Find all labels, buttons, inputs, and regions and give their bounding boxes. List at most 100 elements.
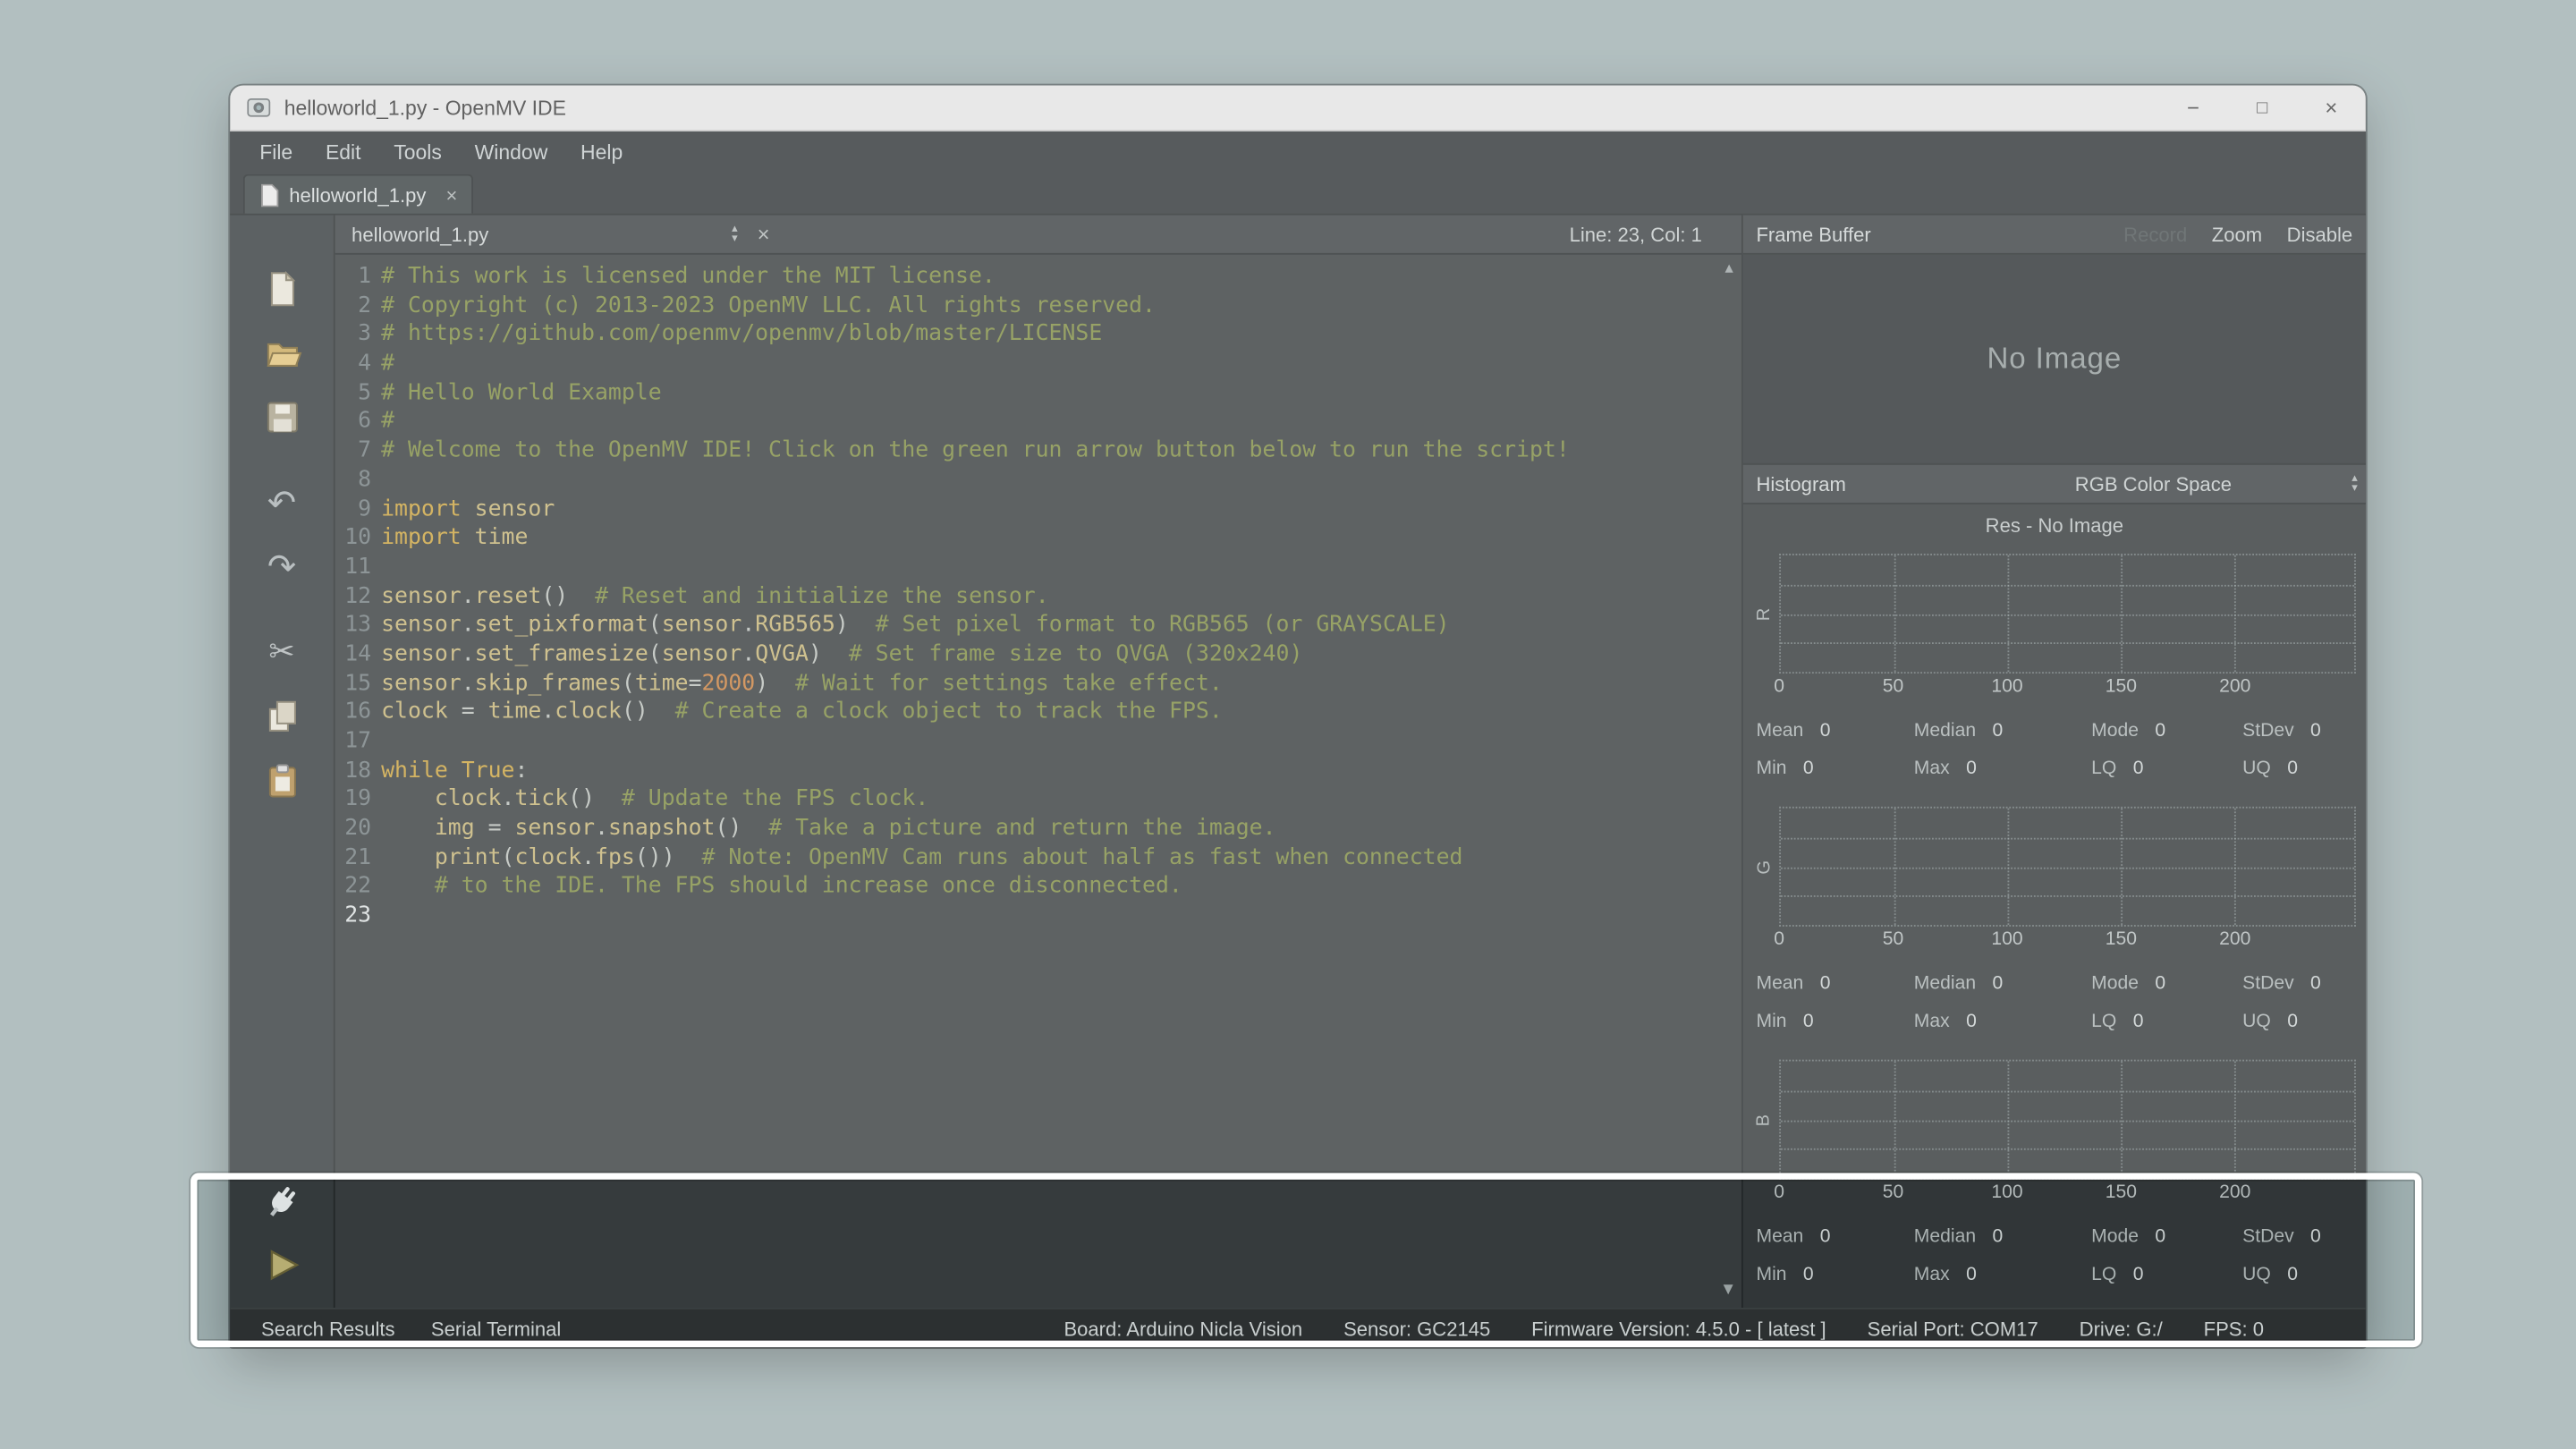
document-selector[interactable]: helloworld_1.py	[352, 223, 488, 246]
stat-lq: LQ0	[2091, 1257, 2242, 1292]
close-button[interactable]: ×	[2297, 86, 2366, 131]
tick-label: 50	[1883, 677, 1904, 697]
code-line[interactable]: 5# Hello World Example	[335, 379, 1741, 408]
file-toolbar-group: ↶ ↷ ✂	[254, 261, 309, 817]
stat-stdev: StDev0	[2242, 1219, 2349, 1255]
line-number: 15	[335, 670, 381, 699]
scroll-up-icon[interactable]: ▴	[1725, 261, 1733, 277]
code-line[interactable]: 22 # to the IDE. The FPS should increase…	[335, 873, 1741, 902]
line-number: 9	[335, 496, 381, 524]
stat-lq: LQ0	[2091, 1004, 2242, 1039]
zoom-button[interactable]: Zoom	[2212, 223, 2262, 246]
line-number: 13	[335, 612, 381, 640]
menu-item-tools[interactable]: Tools	[377, 131, 458, 174]
tab-close-icon[interactable]: ×	[445, 183, 457, 207]
code-text: print(clock.fps()) # Note: OpenMV Cam ru…	[381, 844, 1462, 873]
code-line[interactable]: 18while True:	[335, 757, 1741, 785]
line-number: 14	[335, 640, 381, 669]
code-text: #	[381, 408, 394, 436]
minimize-button[interactable]: −	[2158, 86, 2227, 131]
axis-label-r: R	[1750, 554, 1779, 674]
color-space-spinner-icon[interactable]: ▴▾	[2351, 474, 2357, 494]
stat-median: Median0	[1914, 966, 2091, 1002]
record-button[interactable]: Record	[2123, 223, 2187, 246]
line-number: 22	[335, 873, 381, 902]
stat-mean: Mean0	[1756, 966, 1913, 1002]
menu-item-file[interactable]: File	[243, 131, 309, 174]
disable-button[interactable]: Disable	[2287, 223, 2353, 246]
code-line[interactable]: 21 print(clock.fps()) # Note: OpenMV Cam…	[335, 844, 1741, 873]
serial-terminal-tab[interactable]: Serial Terminal	[413, 1309, 580, 1347]
code-line[interactable]: 11	[335, 554, 1741, 582]
editor-close-icon[interactable]: ×	[758, 222, 770, 247]
x-axis-ticks: 050100150200	[1779, 1180, 2356, 1206]
code-line[interactable]: 10import time	[335, 524, 1741, 553]
code-line[interactable]: 14sensor.set_framesize(sensor.QVGA) # Se…	[335, 640, 1741, 669]
frame-buffer-header: Frame Buffer Record Zoom Disable	[1743, 216, 2366, 255]
save-button[interactable]	[254, 389, 309, 445]
copy-button[interactable]	[254, 689, 309, 744]
redo-button[interactable]: ↷	[254, 538, 309, 594]
x-axis-ticks: 050100150200	[1779, 674, 2356, 699]
code-line[interactable]: 19 clock.tick() # Update the FPS clock.	[335, 786, 1741, 815]
tick-label: 50	[1883, 930, 1904, 950]
code-line[interactable]: 12sensor.reset() # Reset and initialize …	[335, 582, 1741, 611]
tick-label: 150	[2106, 930, 2137, 950]
paste-button[interactable]	[254, 752, 309, 808]
tab-helloworld[interactable]: helloworld_1.py ×	[243, 174, 474, 214]
titlebar[interactable]: helloworld_1.py - OpenMV IDE − □ ×	[230, 86, 2366, 131]
code-line[interactable]: 9import sensor	[335, 496, 1741, 524]
code-line[interactable]: 17	[335, 728, 1741, 757]
code-line[interactable]: 4#	[335, 350, 1741, 378]
stat-median: Median0	[1914, 1219, 2091, 1255]
code-line[interactable]: 1# This work is licensed under the MIT l…	[335, 263, 1741, 292]
histogram-stats: Mean0Median0Mode0StDev0Min0Max0LQ0UQ0	[1750, 713, 2356, 787]
status-item: Serial Port: COM17	[1868, 1317, 2038, 1340]
stat-median: Median0	[1914, 713, 2091, 749]
code-text: #	[381, 350, 394, 378]
stat-mode: Mode0	[2091, 966, 2242, 1002]
code-text: sensor.reset() # Reset and initialize th…	[381, 582, 1049, 611]
line-number: 5	[335, 379, 381, 408]
code-line[interactable]: 7# Welcome to the OpenMV IDE! Click on t…	[335, 437, 1741, 466]
code-line[interactable]: 15sensor.skip_frames(time=2000) # Wait f…	[335, 670, 1741, 699]
code-text: clock.tick() # Update the FPS clock.	[381, 786, 928, 815]
cut-button[interactable]: ✂	[254, 624, 309, 680]
line-number: 20	[335, 815, 381, 843]
menu-item-help[interactable]: Help	[564, 131, 640, 174]
open-folder-button[interactable]	[254, 326, 309, 381]
code-line[interactable]: 20 img = sensor.snapshot() # Take a pict…	[335, 815, 1741, 843]
document-selector-spinner-icon[interactable]: ▴▾	[732, 225, 737, 244]
main-content: ↶↷✂ helloworld_1.py ▴▾ × Line: 23, Col: …	[230, 216, 2366, 1308]
code-text: # Welcome to the OpenMV IDE! Click on th…	[381, 437, 1570, 466]
line-number: 17	[335, 728, 381, 757]
redo-icon: ↷	[267, 549, 296, 584]
menu-item-edit[interactable]: Edit	[309, 131, 377, 174]
code-line[interactable]: 13sensor.set_pixformat(sensor.RGB565) # …	[335, 612, 1741, 640]
code-line[interactable]: 8	[335, 466, 1741, 495]
undo-button[interactable]: ↶	[254, 475, 309, 530]
menu-item-window[interactable]: Window	[458, 131, 564, 174]
code-area[interactable]: 1# This work is licensed under the MIT l…	[335, 255, 1741, 1308]
start-button[interactable]	[254, 1237, 309, 1292]
color-space-select[interactable]: RGB Color Space	[2075, 472, 2232, 496]
cursor-position: Line: 23, Col: 1	[1570, 223, 1725, 246]
tab-label: helloworld_1.py	[289, 183, 426, 207]
line-number: 10	[335, 524, 381, 553]
scroll-down-icon[interactable]: ▾	[1724, 1280, 1733, 1296]
code-text: while True:	[381, 757, 528, 785]
code-line[interactable]: 16clock = time.clock() # Create a clock …	[335, 699, 1741, 727]
code-line[interactable]: 6#	[335, 408, 1741, 436]
code-line[interactable]: 3# https://github.com/openmv/openmv/blob…	[335, 321, 1741, 350]
connect-button[interactable]	[254, 1173, 309, 1228]
code-line[interactable]: 23	[335, 902, 1741, 931]
new-file-button[interactable]	[254, 261, 309, 317]
statusbar: Search Results Serial Terminal Board: Ar…	[230, 1308, 2366, 1347]
cut-icon: ✂	[268, 637, 294, 668]
histogram-plot-b	[1779, 1060, 2356, 1180]
code-line[interactable]: 2# Copyright (c) 2013-2023 OpenMV LLC. A…	[335, 292, 1741, 320]
line-number: 11	[335, 554, 381, 582]
maximize-button[interactable]: □	[2228, 86, 2297, 131]
status-item: Sensor: GC2145	[1343, 1317, 1490, 1340]
search-results-tab[interactable]: Search Results	[243, 1309, 413, 1347]
